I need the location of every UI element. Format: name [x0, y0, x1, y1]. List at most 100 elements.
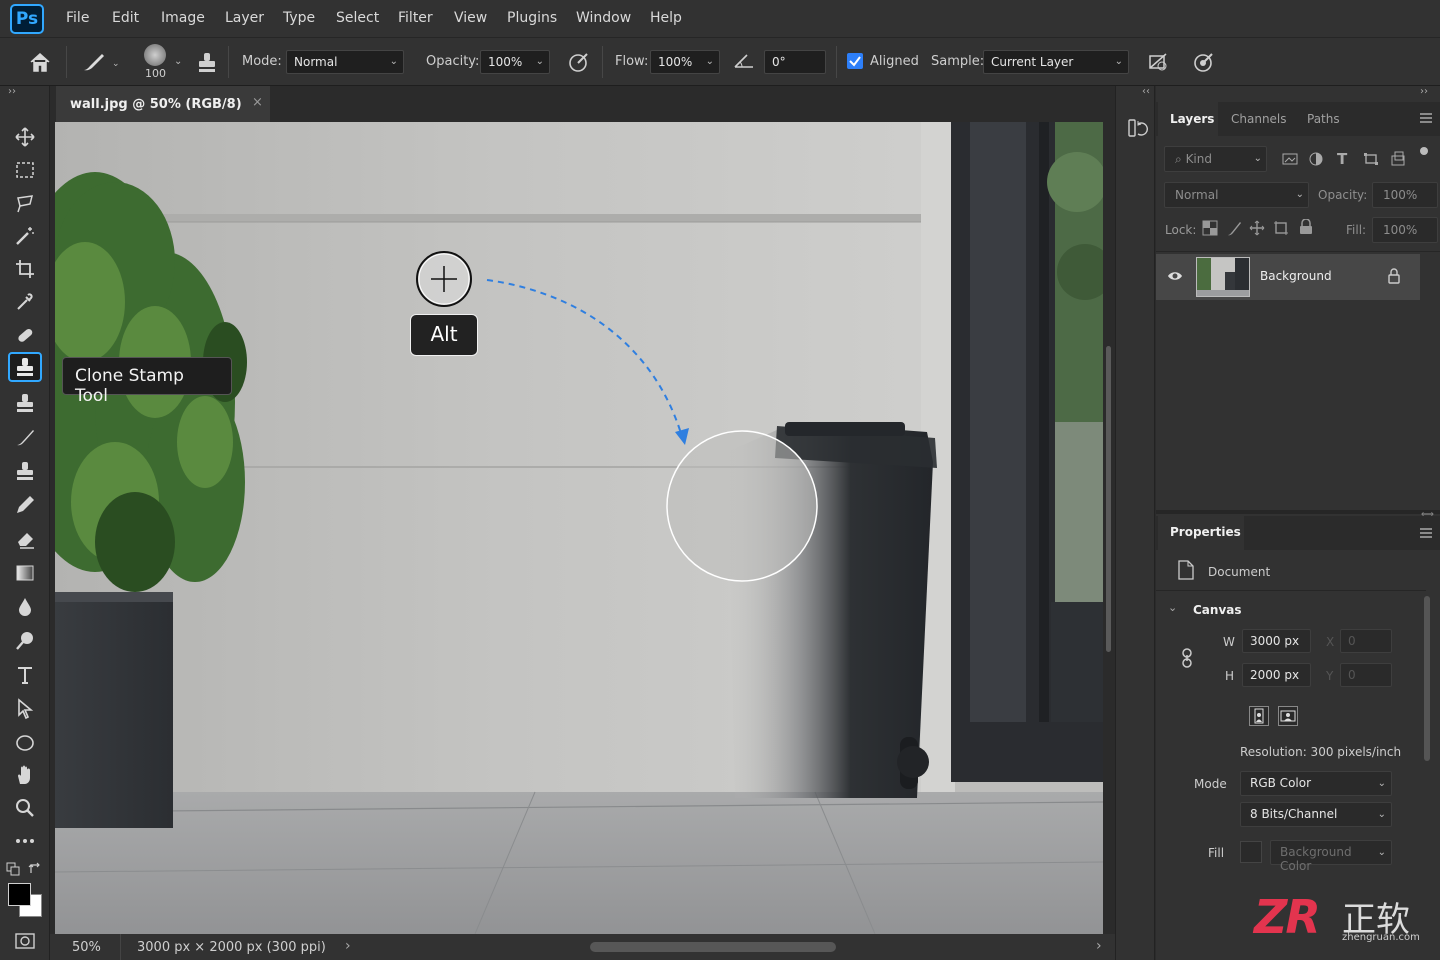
menu-select[interactable]: Select — [336, 10, 379, 26]
tab-channels[interactable]: Channels — [1231, 112, 1287, 126]
menu-filter[interactable]: Filter — [398, 10, 433, 26]
ellipse-tool-icon[interactable] — [8, 728, 42, 758]
horizontal-scroll-thumb[interactable] — [590, 942, 836, 952]
menu-file[interactable]: File — [66, 10, 89, 26]
path-selection-tool-icon[interactable] — [8, 694, 42, 724]
history-panel-icon[interactable] — [1126, 116, 1148, 140]
collapse-right-icon[interactable]: ›› — [1420, 86, 1428, 97]
crop-tool-icon[interactable] — [8, 254, 42, 284]
filter-type-icon[interactable]: T — [1337, 150, 1347, 168]
filter-toggle[interactable] — [1420, 147, 1428, 155]
type-tool-icon[interactable] — [8, 660, 42, 690]
layer-name[interactable]: Background — [1260, 269, 1332, 283]
menu-image[interactable]: Image — [161, 10, 205, 26]
opacity-field[interactable]: 100% ⌄ — [480, 50, 550, 74]
brush-tool-icon[interactable] — [8, 422, 42, 452]
menu-type[interactable]: Type — [283, 10, 315, 26]
panel-menu-icon[interactable] — [1419, 112, 1433, 124]
menu-plugins[interactable]: Plugins — [507, 10, 557, 26]
pencil-tool-icon[interactable] — [8, 490, 42, 520]
tab-layers[interactable]: Layers — [1170, 112, 1214, 126]
clone-source-icon[interactable] — [196, 50, 218, 74]
document-tab[interactable]: wall.jpg @ 50% (RGB/8) × — [56, 86, 270, 122]
default-colors-icon[interactable] — [6, 862, 20, 876]
properties-scrollbar[interactable] — [1424, 596, 1430, 761]
more-tools-icon[interactable] — [8, 826, 42, 856]
chevron-right-icon[interactable]: › — [345, 938, 351, 954]
flow-field[interactable]: 100% ⌄ — [650, 50, 720, 74]
home-icon[interactable] — [28, 51, 52, 73]
chevron-down-icon[interactable]: ⌄ — [1168, 601, 1177, 614]
fill-select[interactable]: Background Color ⌄ — [1270, 840, 1392, 873]
lock-artboard-icon[interactable] — [1273, 220, 1289, 236]
tab-paths[interactable]: Paths — [1307, 112, 1340, 126]
canvas-vertical-scrollbar[interactable] — [1104, 122, 1114, 934]
lock-all-icon[interactable] — [1299, 219, 1313, 235]
filter-pixel-icon[interactable] — [1282, 152, 1298, 166]
mode-select[interactable]: Normal ⌄ — [286, 50, 404, 74]
layer-blend-mode-select[interactable]: Normal ⌄ — [1164, 182, 1309, 208]
pressure-opacity-icon[interactable] — [568, 51, 590, 73]
brush-size-icon[interactable] — [144, 44, 166, 66]
collapse-tools-icon[interactable]: ›› — [8, 86, 16, 97]
menu-help[interactable]: Help — [650, 10, 682, 26]
eyedropper-tool-icon[interactable] — [8, 287, 42, 317]
quick-mask-icon[interactable] — [14, 931, 36, 951]
filter-adjustment-icon[interactable] — [1309, 152, 1323, 166]
properties-title[interactable]: Properties — [1170, 525, 1241, 539]
history-brush-tool-icon[interactable] — [8, 388, 42, 418]
layer-opacity-field[interactable]: 100% — [1372, 182, 1438, 208]
menu-view[interactable]: View — [454, 10, 487, 26]
menu-window[interactable]: Window — [576, 10, 631, 26]
brush-preset-icon[interactable]: ⌄ — [82, 50, 122, 74]
canvas-section-label[interactable]: Canvas — [1193, 603, 1242, 617]
collapse-left-icon[interactable]: ‹‹ — [1142, 86, 1150, 97]
brush-size-caret[interactable]: ⌄ — [174, 56, 182, 67]
properties-menu-icon[interactable] — [1419, 527, 1433, 539]
dodge-tool-icon[interactable] — [8, 626, 42, 656]
aligned-checkbox[interactable] — [847, 53, 863, 69]
close-icon[interactable]: × — [252, 95, 263, 110]
app-logo[interactable]: Ps — [10, 4, 44, 34]
canvas-height-field[interactable]: 2000 px — [1242, 663, 1311, 687]
scroll-right-icon[interactable]: › — [1096, 938, 1102, 954]
landscape-icon[interactable] — [1278, 706, 1298, 726]
link-icon[interactable] — [1180, 647, 1194, 669]
clone-stamp-tool-icon[interactable] — [8, 352, 42, 382]
document-info[interactable]: 3000 px × 2000 px (300 ppi) — [137, 940, 326, 955]
lasso-tool-icon[interactable] — [8, 188, 42, 218]
gradient-tool-icon[interactable] — [8, 558, 42, 588]
eye-icon[interactable] — [1167, 270, 1183, 282]
pattern-stamp-tool-icon[interactable] — [8, 456, 42, 486]
angle-field[interactable]: 0° — [764, 50, 826, 74]
zoom-tool-icon[interactable] — [8, 793, 42, 823]
scroll-thumb[interactable] — [1106, 346, 1111, 652]
layer-fill-field[interactable]: 100% — [1372, 217, 1438, 243]
move-tool-icon[interactable] — [8, 122, 42, 152]
menu-layer[interactable]: Layer — [225, 10, 264, 26]
healing-brush-tool-icon[interactable] — [8, 320, 42, 350]
magic-wand-tool-icon[interactable] — [8, 221, 42, 251]
fill-swatch[interactable] — [1240, 841, 1262, 863]
canvas-width-field[interactable]: 3000 px — [1242, 629, 1311, 653]
hand-tool-icon[interactable] — [8, 760, 42, 790]
layer-filter-select[interactable]: ⌕ Kind ⌄ — [1164, 146, 1267, 172]
layer-row[interactable]: Background — [1156, 254, 1420, 300]
lock-transparent-icon[interactable] — [1202, 220, 1218, 236]
filter-shape-icon[interactable] — [1363, 152, 1379, 166]
zoom-level[interactable]: 50% — [72, 940, 101, 955]
eraser-tool-icon[interactable] — [8, 524, 42, 554]
swap-colors-icon[interactable] — [28, 862, 42, 876]
sample-select[interactable]: Current Layer ⌄ — [983, 50, 1129, 74]
menu-edit[interactable]: Edit — [112, 10, 139, 26]
marquee-tool-icon[interactable] — [8, 155, 42, 185]
bit-depth-select[interactable]: 8 Bits/Channel ⌄ — [1240, 802, 1392, 827]
filter-smart-object-icon[interactable] — [1391, 151, 1405, 166]
blur-tool-icon[interactable] — [8, 592, 42, 622]
portrait-icon[interactable] — [1249, 706, 1269, 726]
document-canvas[interactable]: Alt Clone Stamp Tool — [55, 122, 1103, 934]
ignore-adjustment-layers-icon[interactable] — [1147, 51, 1169, 73]
foreground-color-swatch[interactable] — [8, 883, 31, 906]
pressure-size-icon[interactable] — [1193, 51, 1215, 73]
lock-image-icon[interactable] — [1226, 220, 1242, 236]
